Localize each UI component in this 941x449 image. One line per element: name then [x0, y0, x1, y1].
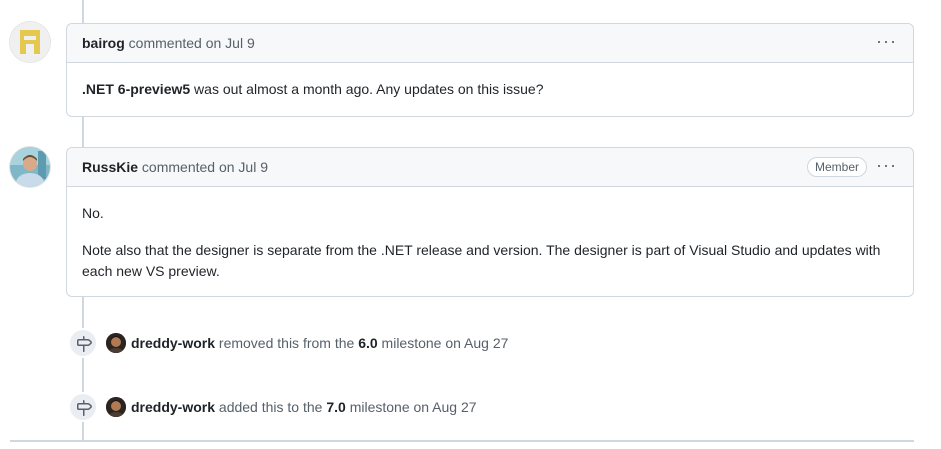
comment-card: RussKie commented on Jul 9 Member ··· No…: [66, 147, 914, 297]
avatar-russkie[interactable]: [10, 147, 50, 187]
comment-header: RussKie commented on Jul 9 Member ···: [67, 148, 913, 187]
comment-action: commented: [128, 35, 202, 51]
milestone-link[interactable]: 6.0: [358, 335, 377, 351]
comment-card: bairog commented on Jul 9 ··· .NET 6-pre…: [66, 23, 914, 117]
member-badge: Member: [806, 157, 867, 177]
event-text-after: milestone on Aug 27: [381, 335, 509, 351]
event-badge: [68, 392, 98, 422]
milestone-link[interactable]: 7.0: [326, 399, 345, 415]
comment-body: No. Note also that the designer is separ…: [67, 187, 913, 298]
user-photo-icon: [106, 397, 126, 417]
avatar-bairog[interactable]: [10, 22, 50, 62]
more-actions-icon[interactable]: ···: [876, 156, 897, 174]
comment-paragraph: No.: [82, 205, 104, 221]
comment-action: commented: [141, 159, 216, 175]
event-text-before: added this to the: [218, 399, 323, 415]
event-actor[interactable]: dreddy-work: [131, 399, 215, 415]
actor-avatar[interactable]: [106, 397, 126, 417]
identicon-icon: [10, 22, 50, 62]
comment-body: .NET 6-preview5 was out almost a month a…: [67, 63, 913, 116]
more-actions-icon[interactable]: ···: [876, 32, 897, 50]
actor-avatar[interactable]: [106, 333, 126, 353]
comment-date[interactable]: on Jul 9: [206, 35, 255, 51]
comment-author[interactable]: bairog: [82, 35, 125, 51]
comment-body-text: was out almost a month ago. Any updates …: [190, 81, 544, 97]
comment-paragraph: Note also that the designer is separate …: [82, 242, 881, 279]
event-text-before: removed this from the: [218, 335, 355, 351]
event-badge: [68, 328, 98, 358]
milestone-icon: [77, 336, 92, 352]
timeline-divider: [10, 440, 914, 442]
comment-header: bairog commented on Jul 9 ···: [67, 24, 913, 63]
user-photo-icon: [10, 147, 50, 187]
event-description: dreddy-work added this to the 7.0 milest…: [131, 399, 477, 415]
event-text-after: milestone on Aug 27: [349, 399, 477, 415]
comment-date[interactable]: on Jul 9: [219, 159, 268, 175]
event-description: dreddy-work removed this from the 6.0 mi…: [131, 335, 508, 351]
user-photo-icon: [106, 333, 126, 353]
comment-body-bold: .NET 6-preview5: [82, 81, 191, 97]
event-actor[interactable]: dreddy-work: [131, 335, 215, 351]
milestone-icon: [77, 400, 92, 416]
comment-author[interactable]: RussKie: [82, 159, 138, 175]
